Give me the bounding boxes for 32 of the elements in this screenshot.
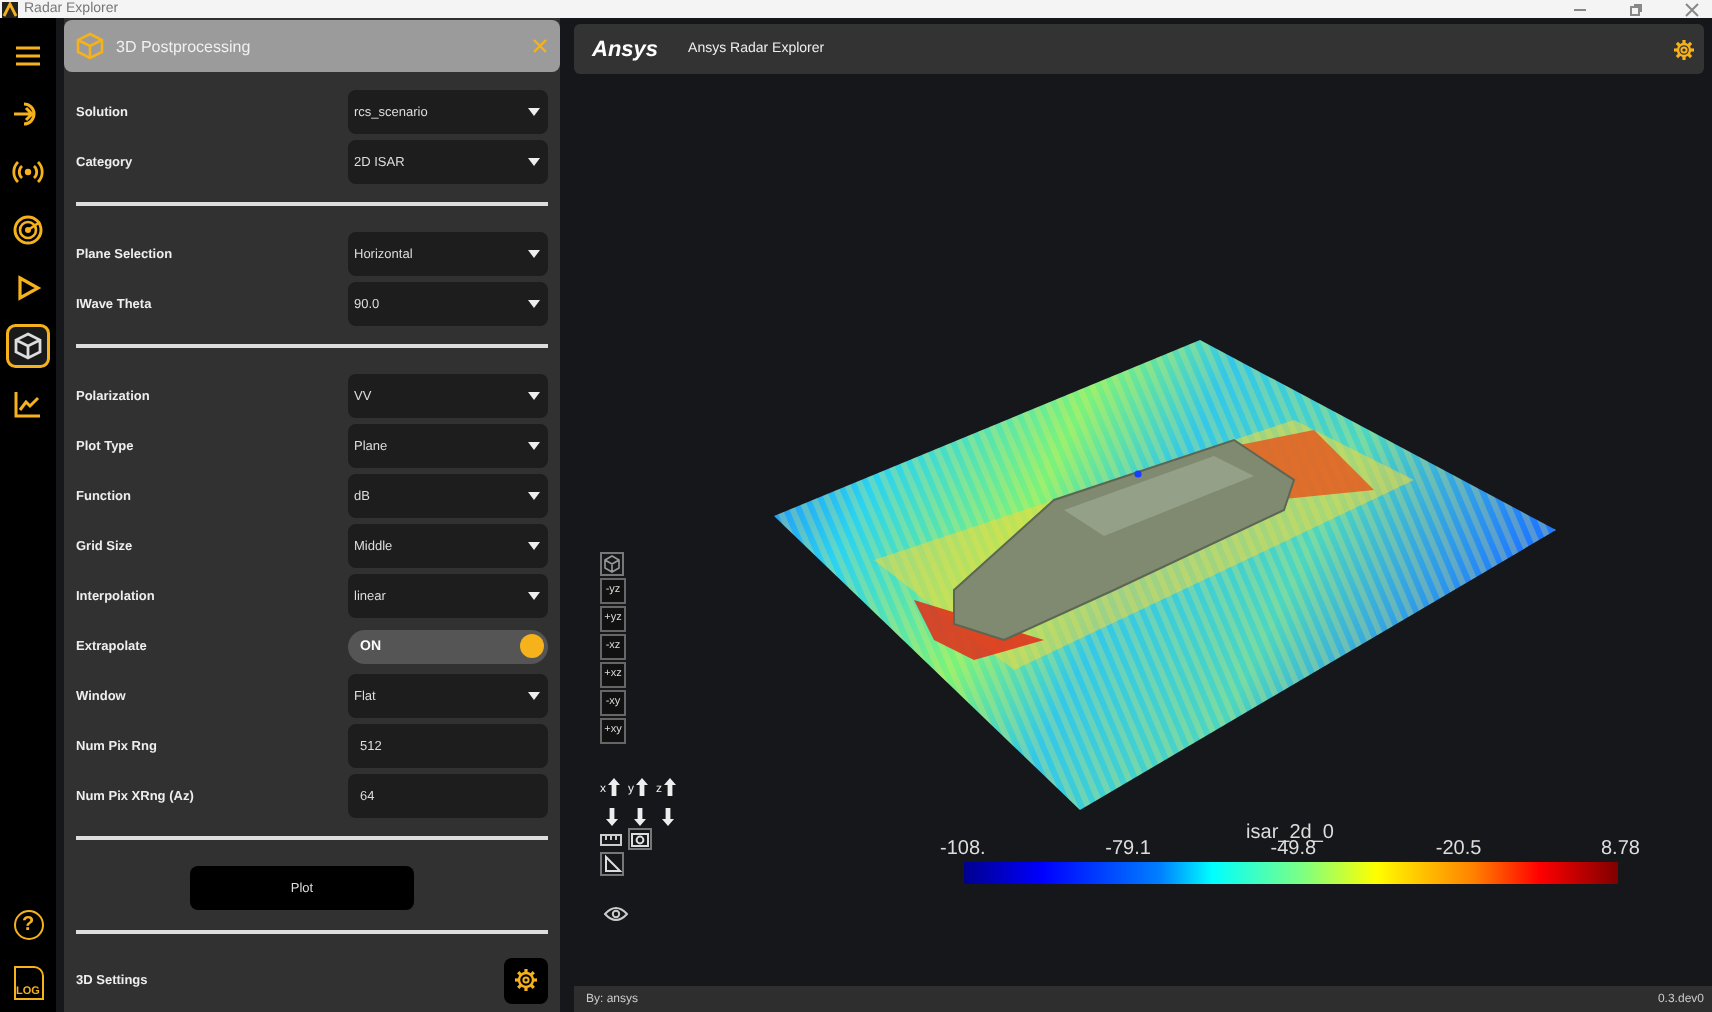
caret-icon (528, 492, 540, 500)
logo: Ansys (592, 37, 659, 61)
colorbar-title: isar_2d_0 (1246, 824, 1334, 844)
caret-icon (528, 158, 540, 166)
triangle-ruler-icon[interactable] (600, 852, 624, 876)
caret-icon (528, 392, 540, 400)
colorbar-tick: -20.5 (1435, 840, 1482, 860)
colorbar-tick: -49.8 (1270, 840, 1317, 860)
caret-icon (528, 108, 540, 116)
cube-icon[interactable] (6, 324, 50, 368)
caret-icon (528, 592, 540, 600)
caret-icon (528, 300, 540, 308)
colorbar-tick: 8.78 (1601, 840, 1640, 860)
ruler-icon[interactable] (600, 833, 622, 845)
caret-icon (528, 692, 540, 700)
settings-icon[interactable] (1672, 37, 1696, 61)
settings-button[interactable] (504, 957, 548, 1003)
cube-icon (76, 32, 104, 60)
close-icon[interactable] (1684, 1, 1700, 17)
cube-icon[interactable] (600, 552, 624, 576)
colorbar-tick: -108. (940, 840, 986, 860)
app-icon (2, 1, 18, 17)
camera-icon[interactable] (628, 828, 652, 850)
restore-icon[interactable] (1628, 1, 1644, 17)
colorbar-tick: -79.1 (1105, 840, 1151, 860)
caret-icon (528, 442, 540, 450)
eye-icon[interactable] (604, 906, 628, 922)
gear-icon (514, 968, 538, 992)
panel-title: 3D Postprocessing (116, 37, 251, 55)
caret-icon (528, 250, 540, 258)
help-button[interactable]: ? (13, 910, 43, 940)
caret-icon (528, 542, 540, 550)
